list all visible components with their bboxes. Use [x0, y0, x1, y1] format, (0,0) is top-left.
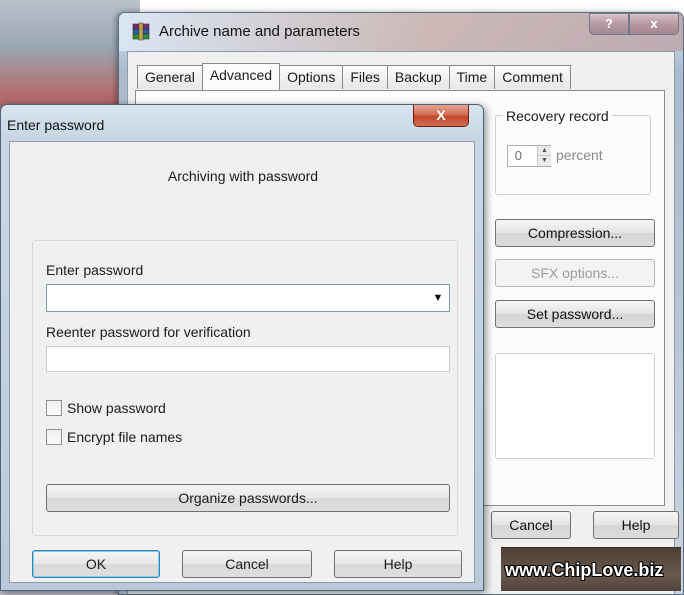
window-help-button[interactable]: ?: [589, 13, 629, 35]
spin-down-icon[interactable]: ▼: [538, 156, 551, 166]
enter-password-field[interactable]: ▼: [46, 284, 450, 312]
set-password-button[interactable]: Set password...: [495, 300, 655, 328]
dropdown-arrow-icon[interactable]: ▼: [431, 290, 445, 306]
tab-files[interactable]: Files: [342, 65, 388, 89]
tab-options[interactable]: Options: [279, 65, 344, 89]
show-password-option[interactable]: Show password: [46, 400, 166, 416]
tab-general[interactable]: General: [137, 65, 203, 89]
archive-cancel-button[interactable]: Cancel: [491, 511, 571, 539]
options-list-box: [495, 353, 655, 459]
sfx-options-button[interactable]: SFX options...: [495, 259, 655, 287]
encrypt-file-names-checkbox[interactable]: [46, 429, 62, 445]
recovery-unit-label: percent: [556, 147, 603, 163]
dialog-title: Enter password: [7, 117, 105, 133]
winrar-icon: [132, 22, 150, 41]
enter-password-dialog: Enter password X Archiving with password…: [0, 104, 484, 591]
archive-window-title: Archive name and parameters: [159, 23, 360, 40]
dialog-close-button[interactable]: X: [413, 105, 469, 127]
cancel-button[interactable]: Cancel: [182, 550, 312, 578]
organize-passwords-button[interactable]: Organize passwords...: [46, 484, 450, 512]
recovery-record-label: Recovery record: [503, 108, 612, 124]
encrypt-file-names-option[interactable]: Encrypt file names: [46, 429, 182, 445]
show-password-checkbox[interactable]: [46, 400, 62, 416]
spin-up-icon[interactable]: ▲: [538, 146, 551, 156]
dialog-body: Archiving with password Enter password ▼…: [9, 141, 475, 583]
archive-window-title-bar[interactable]: Archive name and parameters ? x: [119, 13, 683, 51]
reenter-password-label: Reenter password for verification: [46, 324, 251, 340]
recovery-spinner[interactable]: ▲ ▼: [537, 146, 551, 166]
show-password-label: Show password: [67, 400, 166, 416]
tab-backup[interactable]: Backup: [386, 65, 450, 89]
tab-strip: General Advanced Options Files Backup Ti…: [137, 63, 571, 90]
watermark-text: www.ChipLove.biz: [505, 560, 664, 580]
watermark-banner: www.ChipLove.biz: [501, 547, 681, 591]
help-button[interactable]: Help: [334, 550, 462, 578]
tab-time[interactable]: Time: [448, 65, 496, 89]
window-close-button[interactable]: x: [629, 13, 679, 35]
archiving-with-password-heading: Archiving with password: [167, 168, 319, 184]
compression-button[interactable]: Compression...: [495, 219, 655, 247]
reenter-password-field[interactable]: [46, 346, 450, 372]
encrypt-file-names-label: Encrypt file names: [67, 429, 183, 445]
ok-button[interactable]: OK: [32, 550, 160, 578]
tab-comment[interactable]: Comment: [494, 65, 571, 89]
enter-password-label: Enter password: [46, 262, 144, 278]
archive-help-button[interactable]: Help: [593, 511, 679, 539]
tab-advanced[interactable]: Advanced: [201, 63, 281, 90]
